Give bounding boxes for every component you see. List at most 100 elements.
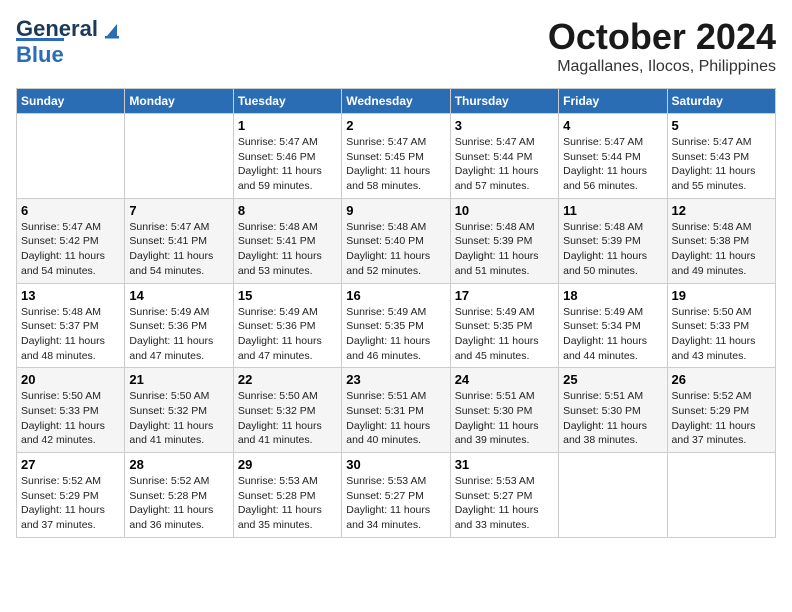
sunset-text: Sunset: 5:44 PM: [563, 151, 641, 163]
title-block: October 2024 Magallanes, Ilocos, Philipp…: [548, 16, 776, 76]
calendar-cell: 7 Sunrise: 5:47 AM Sunset: 5:41 PM Dayli…: [125, 198, 233, 283]
day-number: 18: [563, 288, 662, 303]
calendar-cell: 14 Sunrise: 5:49 AM Sunset: 5:36 PM Dayl…: [125, 283, 233, 368]
calendar-cell: 28 Sunrise: 5:52 AM Sunset: 5:28 PM Dayl…: [125, 453, 233, 538]
sunrise-text: Sunrise: 5:47 AM: [346, 136, 426, 148]
calendar-cell: 19 Sunrise: 5:50 AM Sunset: 5:33 PM Dayl…: [667, 283, 775, 368]
day-info: Sunrise: 5:51 AM Sunset: 5:31 PM Dayligh…: [346, 389, 445, 448]
sunrise-text: Sunrise: 5:49 AM: [238, 306, 318, 318]
day-number: 26: [672, 372, 771, 387]
day-number: 15: [238, 288, 337, 303]
day-info: Sunrise: 5:49 AM Sunset: 5:36 PM Dayligh…: [129, 305, 228, 364]
calendar-cell: 30 Sunrise: 5:53 AM Sunset: 5:27 PM Dayl…: [342, 453, 450, 538]
day-info: Sunrise: 5:52 AM Sunset: 5:28 PM Dayligh…: [129, 474, 228, 533]
day-info: Sunrise: 5:49 AM Sunset: 5:35 PM Dayligh…: [346, 305, 445, 364]
sunset-text: Sunset: 5:41 PM: [129, 235, 207, 247]
sunset-text: Sunset: 5:31 PM: [346, 405, 424, 417]
day-number: 17: [455, 288, 554, 303]
calendar-cell: 26 Sunrise: 5:52 AM Sunset: 5:29 PM Dayl…: [667, 368, 775, 453]
daylight-text: Daylight: 11 hours and 40 minutes.: [346, 420, 430, 447]
day-info: Sunrise: 5:48 AM Sunset: 5:39 PM Dayligh…: [563, 220, 662, 279]
sunrise-text: Sunrise: 5:52 AM: [672, 390, 752, 402]
day-number: 10: [455, 203, 554, 218]
sunset-text: Sunset: 5:32 PM: [238, 405, 316, 417]
day-number: 8: [238, 203, 337, 218]
weekday-header: Sunday: [17, 89, 125, 114]
sunrise-text: Sunrise: 5:48 AM: [563, 221, 643, 233]
sunrise-text: Sunrise: 5:52 AM: [21, 475, 101, 487]
daylight-text: Daylight: 11 hours and 52 minutes.: [346, 250, 430, 277]
sunrise-text: Sunrise: 5:47 AM: [672, 136, 752, 148]
calendar-cell: 13 Sunrise: 5:48 AM Sunset: 5:37 PM Dayl…: [17, 283, 125, 368]
sunrise-text: Sunrise: 5:47 AM: [21, 221, 101, 233]
calendar-cell: 23 Sunrise: 5:51 AM Sunset: 5:31 PM Dayl…: [342, 368, 450, 453]
sunset-text: Sunset: 5:42 PM: [21, 235, 99, 247]
weekday-header: Tuesday: [233, 89, 341, 114]
daylight-text: Daylight: 11 hours and 51 minutes.: [455, 250, 539, 277]
sunset-text: Sunset: 5:35 PM: [346, 320, 424, 332]
calendar-cell: 24 Sunrise: 5:51 AM Sunset: 5:30 PM Dayl…: [450, 368, 558, 453]
sunrise-text: Sunrise: 5:48 AM: [455, 221, 535, 233]
calendar-cell: 2 Sunrise: 5:47 AM Sunset: 5:45 PM Dayli…: [342, 114, 450, 199]
calendar-cell: 10 Sunrise: 5:48 AM Sunset: 5:39 PM Dayl…: [450, 198, 558, 283]
day-info: Sunrise: 5:50 AM Sunset: 5:33 PM Dayligh…: [21, 389, 120, 448]
day-number: 16: [346, 288, 445, 303]
page-header: General Blue October 2024 Magallanes, Il…: [16, 16, 776, 76]
calendar-cell: 8 Sunrise: 5:48 AM Sunset: 5:41 PM Dayli…: [233, 198, 341, 283]
day-info: Sunrise: 5:50 AM Sunset: 5:32 PM Dayligh…: [129, 389, 228, 448]
calendar-cell: 3 Sunrise: 5:47 AM Sunset: 5:44 PM Dayli…: [450, 114, 558, 199]
sunset-text: Sunset: 5:43 PM: [672, 151, 750, 163]
day-number: 23: [346, 372, 445, 387]
sunset-text: Sunset: 5:33 PM: [672, 320, 750, 332]
day-info: Sunrise: 5:53 AM Sunset: 5:27 PM Dayligh…: [455, 474, 554, 533]
daylight-text: Daylight: 11 hours and 48 minutes.: [21, 335, 105, 362]
weekday-header: Saturday: [667, 89, 775, 114]
daylight-text: Daylight: 11 hours and 39 minutes.: [455, 420, 539, 447]
day-info: Sunrise: 5:50 AM Sunset: 5:33 PM Dayligh…: [672, 305, 771, 364]
day-number: 3: [455, 118, 554, 133]
day-info: Sunrise: 5:49 AM Sunset: 5:35 PM Dayligh…: [455, 305, 554, 364]
day-info: Sunrise: 5:48 AM Sunset: 5:37 PM Dayligh…: [21, 305, 120, 364]
sunset-text: Sunset: 5:44 PM: [455, 151, 533, 163]
daylight-text: Daylight: 11 hours and 37 minutes.: [672, 420, 756, 447]
calendar-cell: 22 Sunrise: 5:50 AM Sunset: 5:32 PM Dayl…: [233, 368, 341, 453]
day-number: 9: [346, 203, 445, 218]
day-number: 22: [238, 372, 337, 387]
sunrise-text: Sunrise: 5:47 AM: [563, 136, 643, 148]
day-info: Sunrise: 5:47 AM Sunset: 5:43 PM Dayligh…: [672, 135, 771, 194]
sunset-text: Sunset: 5:33 PM: [21, 405, 99, 417]
sunset-text: Sunset: 5:29 PM: [21, 490, 99, 502]
calendar-header-row: SundayMondayTuesdayWednesdayThursdayFrid…: [17, 89, 776, 114]
day-info: Sunrise: 5:47 AM Sunset: 5:41 PM Dayligh…: [129, 220, 228, 279]
day-info: Sunrise: 5:52 AM Sunset: 5:29 PM Dayligh…: [21, 474, 120, 533]
sunrise-text: Sunrise: 5:47 AM: [455, 136, 535, 148]
day-info: Sunrise: 5:48 AM Sunset: 5:40 PM Dayligh…: [346, 220, 445, 279]
day-number: 30: [346, 457, 445, 472]
daylight-text: Daylight: 11 hours and 33 minutes.: [455, 504, 539, 531]
calendar-cell: 6 Sunrise: 5:47 AM Sunset: 5:42 PM Dayli…: [17, 198, 125, 283]
day-number: 6: [21, 203, 120, 218]
day-info: Sunrise: 5:51 AM Sunset: 5:30 PM Dayligh…: [455, 389, 554, 448]
daylight-text: Daylight: 11 hours and 49 minutes.: [672, 250, 756, 277]
calendar-cell: 11 Sunrise: 5:48 AM Sunset: 5:39 PM Dayl…: [559, 198, 667, 283]
sunrise-text: Sunrise: 5:49 AM: [346, 306, 426, 318]
day-number: 7: [129, 203, 228, 218]
sunset-text: Sunset: 5:38 PM: [672, 235, 750, 247]
calendar-table: SundayMondayTuesdayWednesdayThursdayFrid…: [16, 88, 776, 538]
sunset-text: Sunset: 5:41 PM: [238, 235, 316, 247]
sunset-text: Sunset: 5:28 PM: [238, 490, 316, 502]
day-info: Sunrise: 5:47 AM Sunset: 5:46 PM Dayligh…: [238, 135, 337, 194]
day-info: Sunrise: 5:48 AM Sunset: 5:39 PM Dayligh…: [455, 220, 554, 279]
calendar-cell: 31 Sunrise: 5:53 AM Sunset: 5:27 PM Dayl…: [450, 453, 558, 538]
calendar-cell: [667, 453, 775, 538]
day-info: Sunrise: 5:51 AM Sunset: 5:30 PM Dayligh…: [563, 389, 662, 448]
sunrise-text: Sunrise: 5:53 AM: [346, 475, 426, 487]
calendar-cell: 5 Sunrise: 5:47 AM Sunset: 5:43 PM Dayli…: [667, 114, 775, 199]
day-number: 20: [21, 372, 120, 387]
day-number: 11: [563, 203, 662, 218]
day-info: Sunrise: 5:49 AM Sunset: 5:34 PM Dayligh…: [563, 305, 662, 364]
daylight-text: Daylight: 11 hours and 44 minutes.: [563, 335, 647, 362]
sunset-text: Sunset: 5:28 PM: [129, 490, 207, 502]
day-number: 25: [563, 372, 662, 387]
daylight-text: Daylight: 11 hours and 37 minutes.: [21, 504, 105, 531]
